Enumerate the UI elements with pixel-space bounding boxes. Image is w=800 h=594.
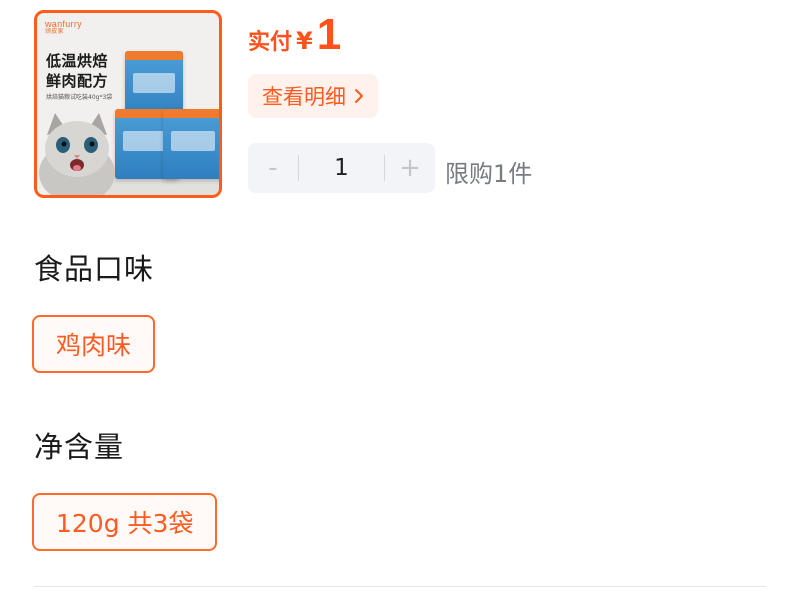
flavor-option-chicken[interactable]: 鸡肉味: [32, 315, 156, 373]
currency-symbol: ¥: [296, 27, 313, 55]
decrease-quantity-button[interactable]: -: [248, 153, 298, 183]
price-label: 实付: [248, 30, 293, 55]
product-image-subtitle: 烘焙猫粮试吃装40g*3袋: [46, 94, 113, 101]
product-image-headline: 低温烘焙 鲜肉配方: [46, 52, 109, 90]
net-content-section-title: 净含量: [34, 430, 125, 464]
chevron-right-icon: [355, 89, 363, 103]
product-image: wanfurry 顽皮家 低温烘焙 鲜肉配方 烘焙猫粮试吃装40g*3袋: [34, 10, 222, 198]
actual-price: 实付 ¥ 1: [248, 10, 341, 60]
purchase-limit-text: 限购1件: [445, 160, 533, 188]
section-divider: [34, 586, 766, 587]
view-details-label: 查看明细: [262, 85, 346, 109]
price-amount: 1: [316, 10, 342, 59]
view-details-button[interactable]: 查看明细: [248, 74, 378, 118]
quantity-value[interactable]: 1: [299, 155, 384, 181]
sku-selector-panel: wanfurry 顽皮家 低温烘焙 鲜肉配方 烘焙猫粮试吃装40g*3袋 实付: [0, 0, 800, 594]
product-bag-icon: [163, 109, 219, 179]
product-image-brand: wanfurry 顽皮家: [45, 19, 82, 36]
cat-illustration-icon: [39, 113, 115, 195]
net-content-option-120g[interactable]: 120g 共3袋: [32, 493, 218, 551]
quantity-stepper: - 1 +: [248, 143, 435, 193]
increase-quantity-button[interactable]: +: [385, 153, 435, 183]
flavor-section-title: 食品口味: [34, 252, 155, 286]
